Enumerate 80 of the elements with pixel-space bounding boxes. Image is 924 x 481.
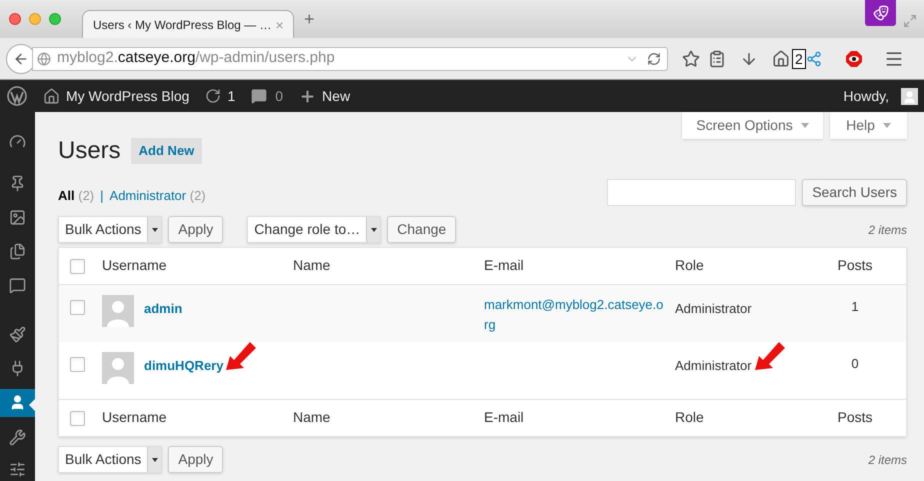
avatar-icon [102,295,134,327]
checkbox[interactable] [70,410,85,426]
search-users-button[interactable]: Search Users [802,179,907,206]
filter-link[interactable]: All (2) [58,186,94,205]
plus-icon [299,88,316,104]
column-header[interactable]: Posts [837,257,872,273]
wrench-icon [9,429,26,446]
caret-icon [152,228,158,232]
filter-separator: | [100,186,104,205]
filter-link[interactable]: Administrator (2) [110,186,206,205]
column-header[interactable]: Name [293,257,330,273]
comment-icon [9,277,26,294]
updates-count[interactable]: 1 [227,86,236,106]
table-cell: Administrator [675,358,752,373]
pin-icon [9,174,26,192]
count-badge[interactable]: 2 [792,48,806,68]
item-count: 2 items [868,222,907,238]
username-link[interactable]: admin [144,301,182,316]
updates-icon [205,88,222,104]
item-count: 2 items [868,452,907,468]
greeting-link[interactable]: Howdy, [843,86,889,106]
screen-options-tab[interactable]: Screen Options [682,112,823,139]
column-header[interactable]: Username [102,409,167,425]
pages-icon [9,243,26,260]
new-tab-button[interactable]: + [304,6,315,33]
url-text: myblog2.catseye.org/wp-admin/users.php [57,48,336,68]
site-name-link[interactable]: My WordPress Blog [66,86,190,106]
column-header[interactable]: Role [675,409,704,425]
sidebar-item[interactable] [0,389,35,417]
user-icon [9,394,26,412]
caret-icon [800,123,809,128]
change-button[interactable]: Change [387,216,456,243]
dropdown[interactable]: Change role to… [247,216,382,243]
comments-count[interactable]: 0 [275,86,284,106]
caret-icon [152,458,158,462]
mask-icon[interactable] [865,0,896,26]
username-link[interactable]: dimuHQRery [144,358,224,373]
clipboard-icon[interactable] [708,50,726,68]
home-icon [43,88,60,104]
table-cell-text: 0 [851,355,859,373]
dashboard-icon [9,132,26,150]
caret-icon [370,228,377,232]
dropdown[interactable]: Bulk Actions [58,216,162,243]
checkbox[interactable] [70,357,85,372]
table-cell-text: 1 [851,298,859,316]
apply-button[interactable]: Apply [168,216,224,243]
column-header[interactable]: Name [293,409,330,425]
column-header[interactable]: Username [102,257,167,273]
column-header[interactable]: E-mail [484,257,524,273]
column-header[interactable]: Role [675,257,704,273]
current-item-pointer [29,399,35,412]
page-title: Users [58,136,121,166]
wordpress-logo-icon[interactable] [7,86,27,106]
sliders-icon [9,461,26,478]
globe-icon [37,52,51,66]
checkbox[interactable] [70,258,85,274]
column-header[interactable]: E-mail [484,409,524,425]
star-icon[interactable] [682,50,700,68]
brush-icon [9,326,26,343]
comment-icon [251,88,268,104]
reload-icon[interactable] [647,52,661,66]
address-field[interactable]: myblog2.catseye.org/wp-admin/users.php [32,46,668,70]
help-tab[interactable]: Help [830,112,907,139]
network-icon[interactable] [806,50,822,66]
home-icon[interactable] [772,50,790,68]
search-field[interactable] [607,179,796,206]
column-header[interactable]: Posts [837,409,872,425]
dropdown[interactable]: Bulk Actions [58,446,162,473]
new-link[interactable]: New [322,86,350,106]
apply-button[interactable]: Apply [168,446,224,473]
caret-icon [882,123,891,128]
browser-tab[interactable]: Users ‹ My WordPress Blog — … × [82,10,294,38]
stop-sign-icon[interactable] [846,50,862,66]
avatar-icon [102,352,134,384]
media-icon [9,208,26,226]
checkbox[interactable] [70,300,85,315]
add-new-button[interactable]: Add New [130,138,202,164]
avatar-icon[interactable] [901,88,918,104]
email-link[interactable]: markmont@myblog2.catseye.org [484,295,665,335]
table-cell: Administrator [675,301,752,316]
